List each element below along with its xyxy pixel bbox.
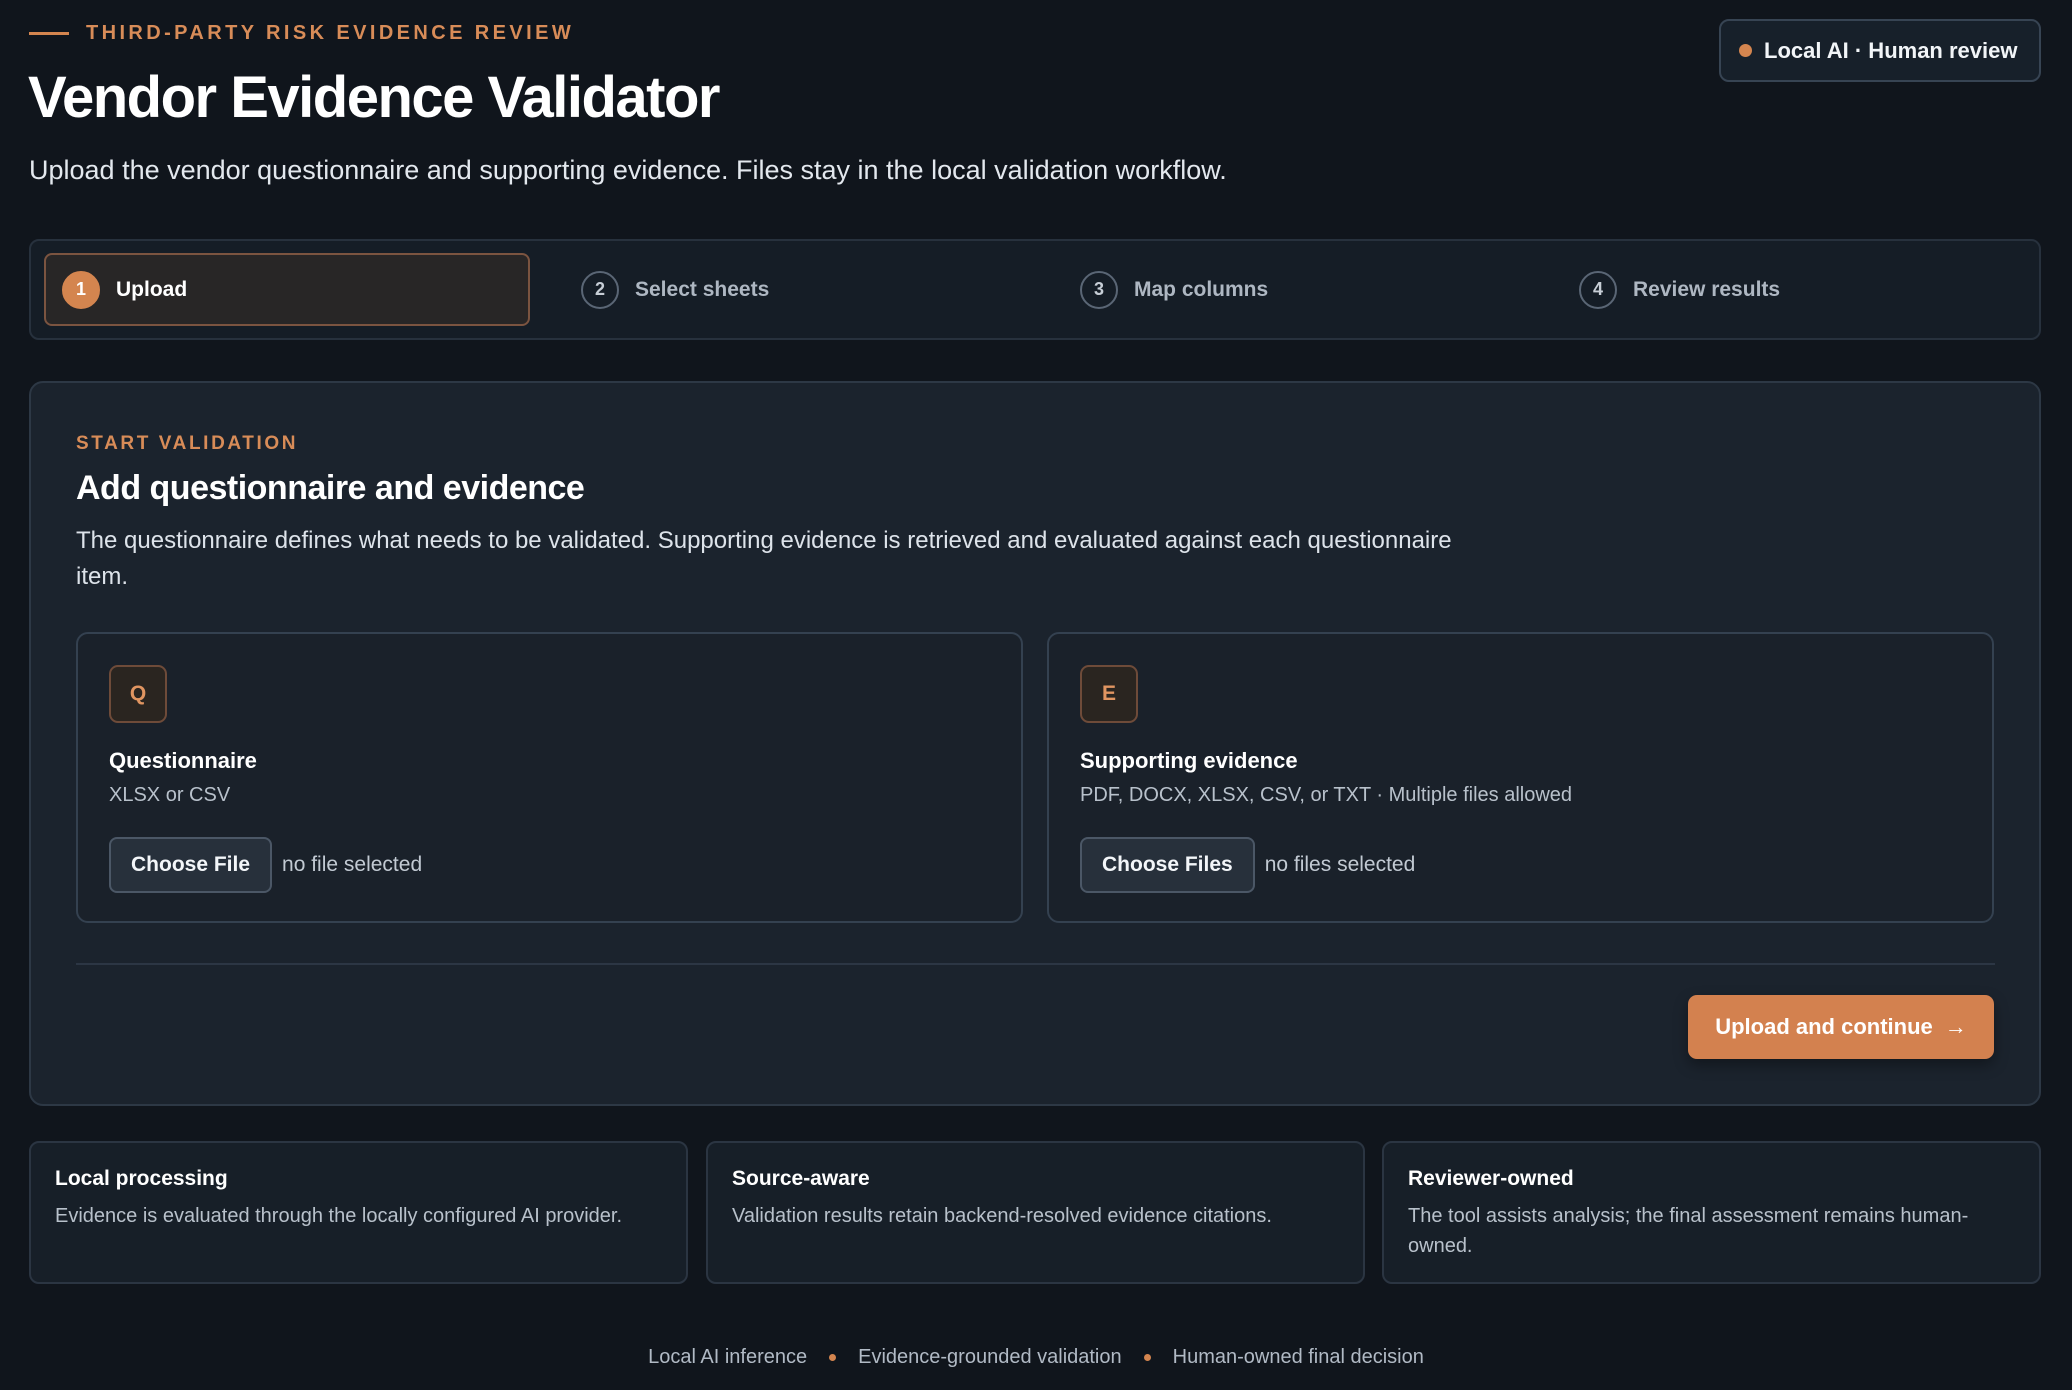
info-card-text: Validation results retain backend-resolv…: [732, 1205, 1272, 1227]
info-card-local-processing: Local processing Evidence is evaluated t…: [29, 1141, 688, 1284]
info-card-reviewer-owned: Reviewer-owned The tool assists analysis…: [1382, 1141, 2041, 1284]
evidence-title: Supporting evidence: [1080, 748, 1298, 773]
start-validation-card: START VALIDATION Add questionnaire and e…: [29, 381, 2041, 1106]
footer: Local AI inference Evidence-grounded val…: [0, 1346, 2072, 1369]
info-card-text: The tool assists analysis; the final ass…: [1408, 1205, 1969, 1257]
section-title: Add questionnaire and evidence: [76, 469, 585, 507]
workflow-stepper: 1 Upload 2 Select sheets 3 Map columns 4…: [29, 239, 2041, 340]
page-title: Vendor Evidence Validator: [28, 65, 720, 130]
step-upload[interactable]: 1 Upload: [44, 253, 530, 326]
upload-and-continue-button[interactable]: Upload and continue →: [1688, 995, 1994, 1059]
step-number: 3: [1080, 270, 1118, 309]
footer-item: Local AI inference: [648, 1346, 808, 1368]
footer-dot-icon: [829, 1354, 837, 1361]
info-card-title: Source-aware: [732, 1167, 870, 1190]
step-review-results[interactable]: 4 Review results: [1563, 253, 1780, 326]
eyebrow-line: [29, 32, 69, 35]
section-eyebrow: START VALIDATION: [76, 433, 299, 454]
evidence-formats: PDF, DOCX, XLSX, CSV, or TXT · Multiple …: [1080, 784, 1573, 806]
questionnaire-title: Questionnaire: [109, 748, 257, 773]
step-label: Select sheets: [635, 277, 770, 301]
step-number: 4: [1579, 270, 1617, 309]
mode-badge: Local AI · Human review: [1719, 19, 2041, 82]
step-label: Upload: [116, 277, 188, 301]
evidence-file-input: Choose Files no files selected: [1080, 837, 1415, 893]
evidence-upload-card: E Supporting evidence PDF, DOCX, XLSX, C…: [1047, 632, 1994, 923]
info-card-text: Evidence is evaluated through the locall…: [55, 1205, 623, 1227]
step-select-sheets[interactable]: 2 Select sheets: [565, 253, 769, 326]
evidence-file-status: no files selected: [1264, 853, 1416, 876]
footer-dot-icon: [1143, 1354, 1151, 1361]
step-label: Map columns: [1134, 277, 1269, 301]
questionnaire-icon: Q: [109, 665, 167, 723]
info-card-title: Reviewer-owned: [1408, 1167, 1574, 1190]
page-subtitle: Upload the vendor questionnaire and supp…: [29, 155, 1227, 185]
footer-item: Human-owned final decision: [1172, 1346, 1424, 1368]
arrow-right-icon: →: [1944, 1014, 1967, 1039]
header-eyebrow: THIRD-PARTY RISK EVIDENCE REVIEW: [29, 22, 574, 45]
step-number: 1: [62, 270, 100, 309]
eyebrow-text: THIRD-PARTY RISK EVIDENCE REVIEW: [86, 22, 575, 44]
upload-and-continue-label: Upload and continue: [1715, 1014, 1933, 1039]
footer-item: Evidence-grounded validation: [858, 1346, 1122, 1368]
questionnaire-file-input: Choose File no file selected: [109, 837, 422, 893]
info-card-source-aware: Source-aware Validation results retain b…: [706, 1141, 1365, 1284]
choose-files-button[interactable]: Choose Files: [1080, 837, 1255, 893]
status-dot-icon: [1739, 44, 1752, 57]
step-number: 2: [581, 270, 619, 309]
info-card-title: Local processing: [55, 1167, 228, 1190]
questionnaire-upload-card: Q Questionnaire XLSX or CSV Choose File …: [76, 632, 1023, 923]
mode-badge-label: Local AI · Human review: [1764, 37, 2018, 63]
section-description: The questionnaire defines what needs to …: [76, 527, 1452, 590]
evidence-icon: E: [1080, 665, 1138, 723]
divider: [76, 963, 1995, 965]
step-label: Review results: [1633, 277, 1781, 301]
questionnaire-formats: XLSX or CSV: [109, 784, 231, 806]
step-map-columns[interactable]: 3 Map columns: [1064, 253, 1268, 326]
choose-file-button[interactable]: Choose File: [109, 837, 273, 893]
questionnaire-file-status: no file selected: [282, 853, 423, 876]
